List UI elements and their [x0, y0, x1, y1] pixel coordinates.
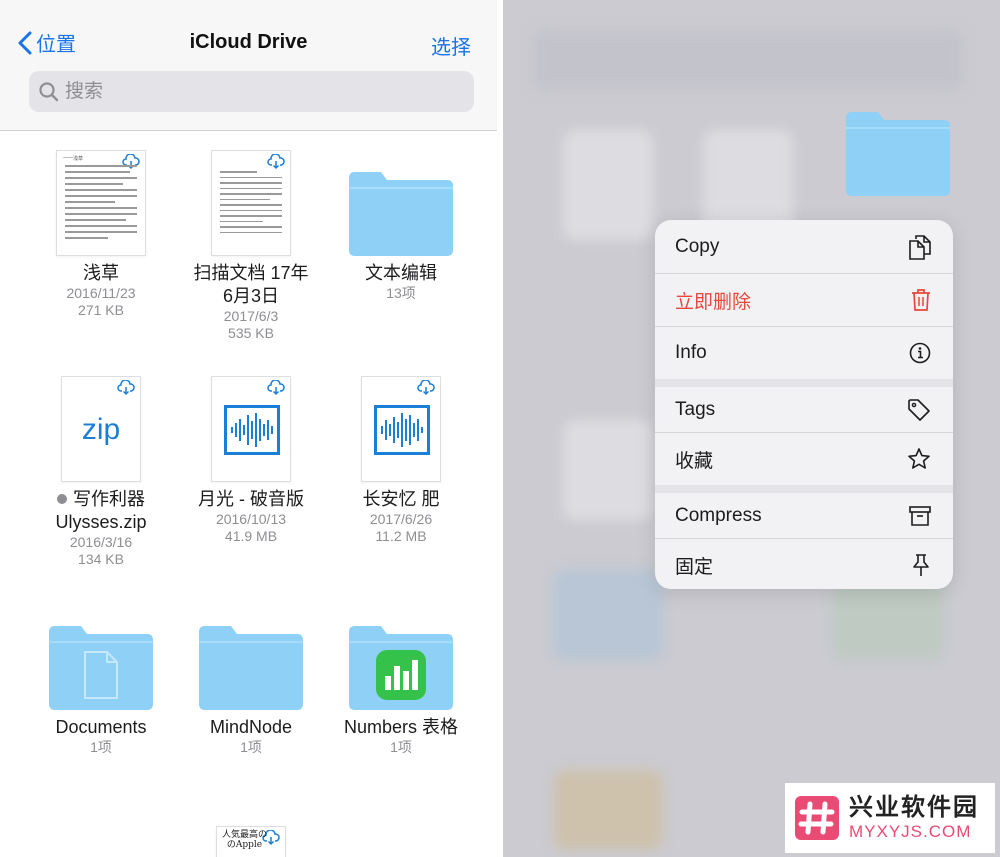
- file-name: 扫描文档 17年 6月3日: [193, 263, 309, 306]
- blurred-thumbnail: [833, 580, 943, 660]
- selected-folder-icon: [846, 112, 950, 196]
- search-input[interactable]: [65, 80, 425, 103]
- file-item[interactable]: 长安忆 肥 2017/6/26 11.2 MB: [326, 376, 476, 545]
- search-bar[interactable]: [29, 71, 474, 112]
- document-header-text: 人気最高の のApple: [222, 830, 268, 850]
- folder-item[interactable]: MindNode 1项: [176, 626, 326, 756]
- page-title: iCloud Drive: [189, 31, 308, 53]
- cloud-download-icon: [267, 380, 285, 396]
- menu-item-copy[interactable]: Copy: [655, 220, 953, 273]
- folder-thumbnail: [347, 626, 455, 710]
- menu-item-tags[interactable]: Tags: [655, 379, 953, 432]
- folder-item[interactable]: 文本编辑 13项: [326, 150, 476, 302]
- info-icon: [909, 342, 931, 364]
- file-item[interactable]: zip 写作利器 Ulysses.zip 2016/3/16 134 KB: [26, 376, 176, 568]
- folder-count: 13项: [386, 285, 416, 301]
- document-header-text: 一一浅草: [63, 156, 84, 162]
- audio-thumbnail: [361, 376, 441, 482]
- file-date: 2017/6/3: [223, 308, 279, 324]
- document-thumbnail: 人気最高の のApple: [216, 826, 286, 857]
- zip-label: zip: [81, 413, 121, 446]
- blurred-thumbnail: [553, 570, 663, 660]
- file-date: 2016/3/16: [69, 534, 133, 550]
- folder-name: 文本编辑: [365, 263, 437, 283]
- menu-item-compress[interactable]: Compress: [655, 485, 953, 538]
- file-size: 11.2 MB: [375, 528, 427, 544]
- folder-item[interactable]: Documents 1项: [26, 626, 176, 756]
- document-thumbnail: 一一浅草: [56, 150, 146, 256]
- file-size: 41.9 MB: [224, 528, 278, 544]
- navigation-bar: 位置 iCloud Drive 选择: [0, 0, 497, 131]
- blurred-thumbnail: [553, 770, 663, 850]
- file-name: 长安忆 肥: [362, 489, 440, 509]
- file-size: 535 KB: [228, 325, 274, 341]
- tag-dot: [57, 494, 67, 504]
- files-panel: 位置 iCloud Drive 选择 一一浅草 浅草 2016/11/23 27…: [0, 0, 497, 857]
- select-button[interactable]: 选择: [431, 31, 471, 60]
- numbers-app-icon: [376, 650, 426, 700]
- file-item[interactable]: 月光 - 破音版 2016/10/13 41.9 MB: [176, 376, 326, 545]
- watermark-cn-text: 兴业软件园: [849, 794, 979, 821]
- folder-item[interactable]: Numbers 表格 1项: [326, 626, 476, 756]
- copy-icon: [909, 234, 931, 260]
- folder-icon: [49, 626, 153, 710]
- tag-icon: [908, 398, 930, 421]
- folder-count: 1项: [90, 739, 112, 755]
- blurred-thumbnail: [563, 130, 653, 240]
- menu-item-delete[interactable]: 立即删除: [655, 273, 953, 326]
- folder-icon: [199, 626, 303, 710]
- file-name: 浅草: [83, 263, 119, 283]
- folder-count: 1项: [240, 739, 262, 755]
- search-icon: [39, 81, 59, 101]
- file-item[interactable]: 扫描文档 17年 6月3日 2017/6/3 535 KB: [176, 150, 326, 342]
- menu-item-pin[interactable]: 固定: [655, 538, 953, 589]
- zip-thumbnail: zip: [61, 376, 141, 482]
- document-thumbnail: [211, 150, 291, 256]
- menu-item-info[interactable]: Info: [655, 326, 953, 379]
- waveform-icon: [374, 405, 430, 455]
- cloud-download-icon: [267, 154, 285, 170]
- file-size: 134 KB: [78, 551, 124, 567]
- folder-count: 1项: [390, 739, 412, 755]
- watermark-en-text: MYXYJS.COM: [849, 822, 972, 841]
- menu-item-favorite[interactable]: 收藏: [655, 432, 953, 485]
- audio-thumbnail: [211, 376, 291, 482]
- context-menu: Copy 立即删除 Info Tags 收藏 Compress 固定: [655, 220, 953, 589]
- blurred-navbar: [533, 30, 963, 90]
- folder-name: Numbers 表格: [343, 717, 459, 737]
- watermark-logo-icon: [795, 796, 839, 840]
- archive-icon: [909, 505, 931, 526]
- file-date: 2017/6/26: [369, 511, 433, 527]
- folder-icon: [349, 626, 453, 710]
- context-menu-panel: Copy 立即删除 Info Tags 收藏 Compress 固定: [503, 0, 1000, 857]
- pin-icon: [913, 554, 929, 576]
- file-item[interactable]: 人気最高の のApple: [176, 826, 326, 857]
- watermark: 兴业软件园 MYXYJS.COM: [785, 783, 995, 853]
- file-date: 2016/10/13: [215, 511, 287, 527]
- folder-icon: [349, 172, 453, 256]
- cloud-download-icon: [117, 380, 135, 396]
- star-icon: [908, 448, 930, 469]
- folder-thumbnail: [47, 626, 155, 710]
- file-name: 写作利器 Ulysses.zip: [55, 489, 147, 532]
- folder-thumbnail: [197, 626, 305, 710]
- trash-icon: [912, 289, 930, 311]
- file-item[interactable]: 一一浅草 浅草 2016/11/23 271 KB: [26, 150, 176, 319]
- file-date: 2016/11/23: [66, 285, 136, 301]
- folder-thumbnail: [347, 150, 455, 256]
- file-name: 月光 - 破音版: [198, 489, 304, 509]
- cloud-download-icon: [417, 380, 435, 396]
- blurred-thumbnail: [563, 420, 653, 520]
- folder-name: Documents: [55, 717, 147, 737]
- waveform-icon: [224, 405, 280, 455]
- file-size: 271 KB: [78, 302, 124, 318]
- folder-name: MindNode: [209, 717, 293, 737]
